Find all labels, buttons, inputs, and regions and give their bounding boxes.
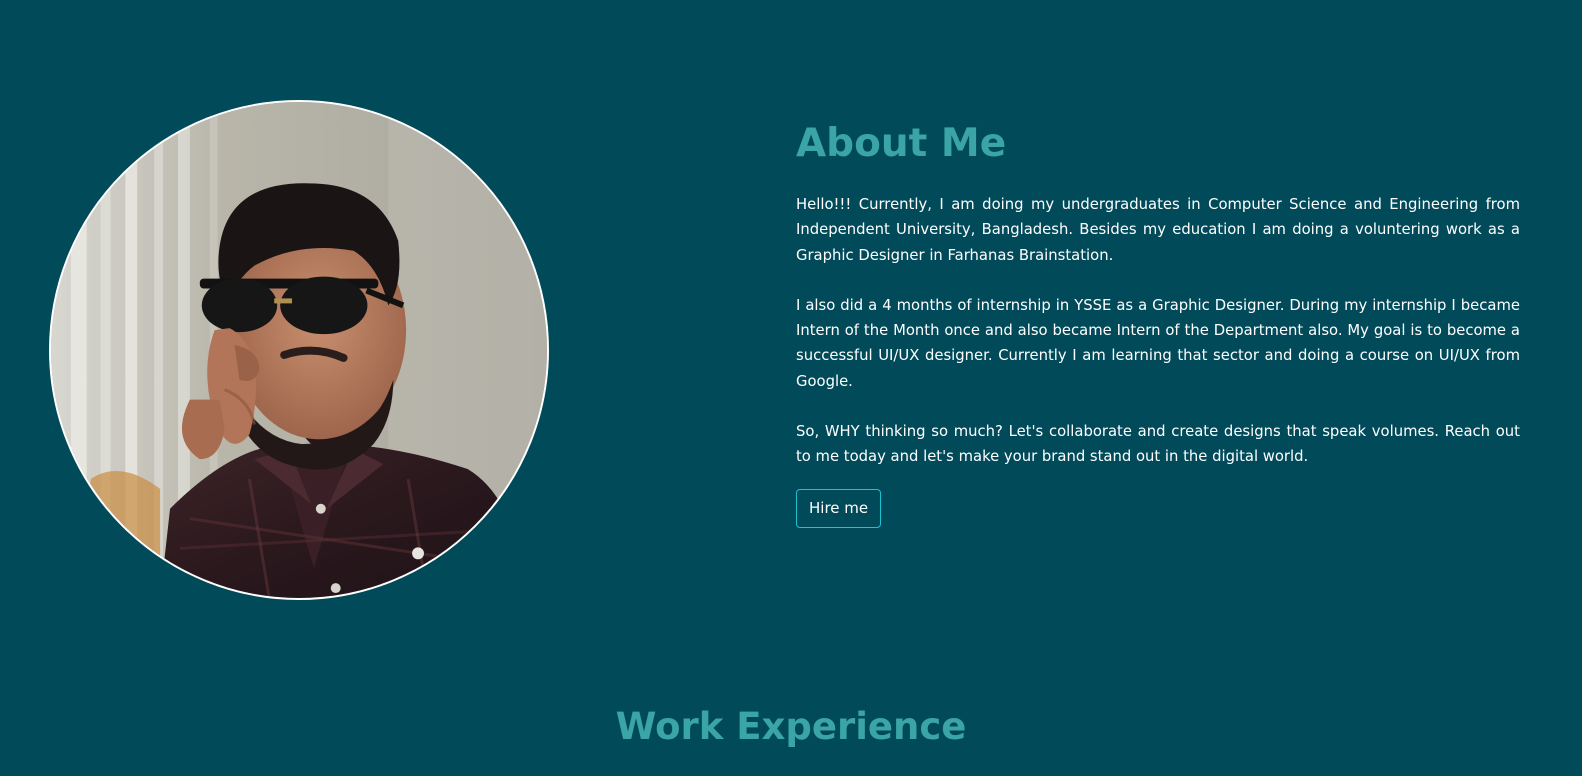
about-paragraph-collaborate: So, WHY thinking so much? Let's collabor…: [796, 423, 1520, 466]
profile-photo-illustration: [51, 102, 547, 598]
about-paragraph-education: Hello!!! Currently, I am doing my underg…: [796, 196, 1520, 264]
about-content: About Me Hello!!! Currently, I am doing …: [796, 118, 1520, 528]
about-title: About Me: [796, 121, 1007, 166]
hire-me-button[interactable]: Hire me: [796, 488, 882, 528]
work-experience-title: Work Experience: [615, 705, 967, 748]
about-paragraph-internship: I also did a 4 months of internship in Y…: [796, 296, 1520, 390]
portfolio-page: About Me Hello!!! Currently, I am doing …: [0, 0, 1582, 776]
about-section: About Me Hello!!! Currently, I am doing …: [0, 0, 1582, 640]
profile-photo: [49, 100, 549, 600]
